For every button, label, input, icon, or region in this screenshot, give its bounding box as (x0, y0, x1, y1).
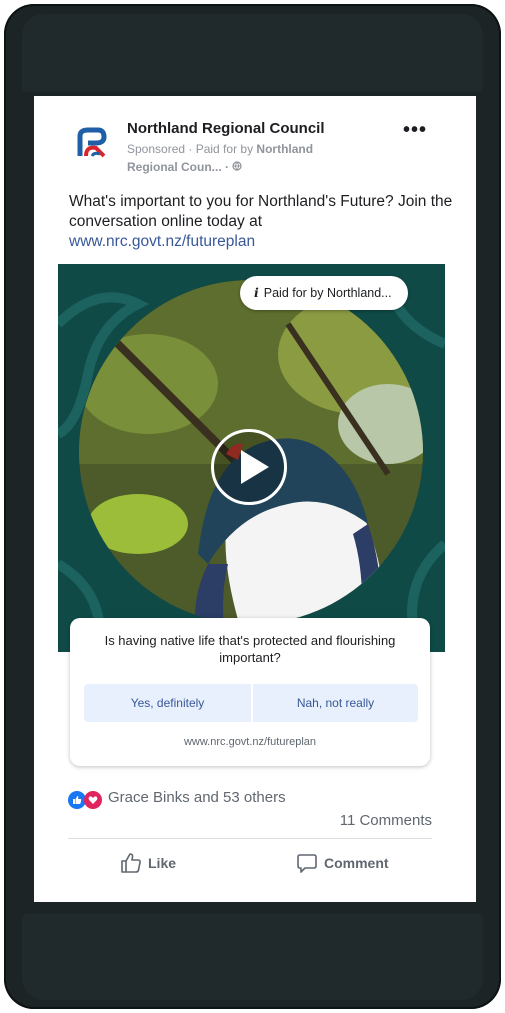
poll-option-yes[interactable]: Yes, definitely (84, 684, 251, 722)
paid-for-label[interactable]: i Paid for by Northland... (240, 276, 408, 310)
play-button[interactable] (211, 429, 287, 505)
phone-screen: Northland Regional Council Sponsored · P… (34, 96, 476, 902)
post-text: What's important to you for Northland's … (69, 192, 469, 252)
like-label: Like (148, 855, 177, 871)
poll-url[interactable]: www.nrc.govt.nz/futureplan (70, 736, 430, 748)
like-button[interactable]: Like (120, 848, 176, 878)
nrc-logo-icon (77, 127, 107, 158)
love-reaction-icon (84, 791, 102, 809)
comment-icon (297, 854, 317, 873)
post-body: What's important to you for Northland's … (69, 193, 453, 230)
sponsored-suffix[interactable]: Regional Coun... · (127, 160, 229, 174)
reactions-summary[interactable]: Grace Binks and 53 others (68, 788, 286, 809)
more-options-icon[interactable]: ••• (400, 120, 430, 140)
poll-option-no[interactable]: Nah, not really (253, 684, 418, 722)
play-icon (241, 450, 269, 484)
paid-for-text: Paid for by Northland... (263, 286, 392, 300)
info-icon: i (254, 285, 259, 300)
thumbs-up-icon (121, 853, 141, 873)
comment-button[interactable]: Comment (296, 848, 389, 878)
sponsored-line: Sponsored · Paid for by Northland Region… (127, 140, 377, 176)
comments-count[interactable]: 11 Comments (340, 812, 432, 829)
phone-bottom-bezel (22, 914, 483, 1000)
video-media[interactable]: i Paid for by Northland... (58, 264, 445, 652)
poll-card: Is having native life that's protected a… (70, 618, 430, 766)
page-name[interactable]: Northland Regional Council (127, 120, 325, 137)
globe-icon (232, 160, 242, 174)
comment-label: Comment (324, 855, 389, 871)
actions-divider (68, 838, 432, 839)
sponsored-prefix: Sponsored · Paid for by (127, 142, 254, 156)
phone-top-bezel (22, 14, 483, 92)
post-header: Northland Regional Council Sponsored · P… (34, 96, 476, 186)
poll-question: Is having native life that's protected a… (104, 633, 396, 665)
page-logo-avatar[interactable] (74, 126, 108, 160)
post-link[interactable]: www.nrc.govt.nz/futureplan (69, 232, 469, 252)
sponsored-payer[interactable]: Northland (256, 142, 313, 156)
reactions-text: Grace Binks and 53 others (108, 789, 286, 806)
